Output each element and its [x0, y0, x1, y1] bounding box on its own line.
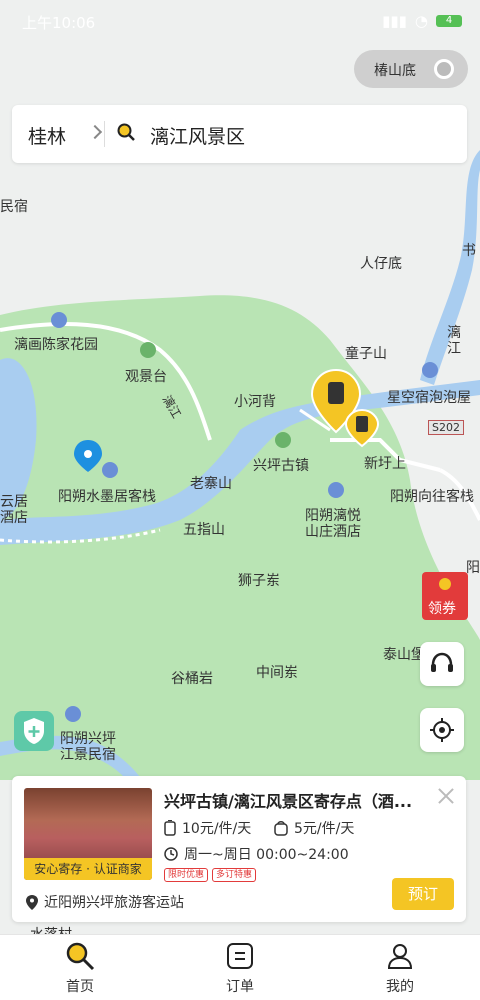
- map-label: S202: [428, 420, 464, 435]
- user-icon: [387, 944, 413, 969]
- safety-shield-button[interactable]: [14, 711, 54, 751]
- map-label: 江景民宿: [60, 747, 116, 763]
- current-location-chip[interactable]: 椿山底: [354, 50, 468, 88]
- map-label: 小河背: [234, 394, 276, 410]
- map-label: 酒店: [0, 510, 28, 526]
- storage-point-card[interactable]: 安心寄存 · 认证商家 兴坪古镇/漓江风景区寄存点（酒... 10元/件/天 5…: [12, 776, 466, 922]
- coupon-label: 领券: [428, 601, 456, 617]
- coupon-button[interactable]: 领券: [420, 568, 470, 622]
- bottom-tab-bar: 首页 订单 我的: [0, 934, 480, 1000]
- map-label: 新圩上: [364, 456, 406, 472]
- price-large-text: 10元/件/天: [182, 821, 252, 837]
- clock-icon: [164, 847, 178, 861]
- signal-icon: ▮▮▮: [382, 12, 407, 30]
- map-label: 星空宿泡泡屋: [387, 390, 471, 406]
- status-time: 上午10:06: [22, 14, 96, 32]
- book-button[interactable]: 预订: [392, 878, 454, 910]
- address-text: 近阳朔兴坪旅游客运站: [44, 895, 184, 911]
- close-icon[interactable]: [436, 786, 456, 806]
- status-bar: 上午10:06 ▮▮▮ ◔ 4: [0, 0, 480, 40]
- map-label: 人仔底: [360, 256, 402, 272]
- order-icon: [227, 943, 253, 969]
- locate-dot-icon: [434, 59, 454, 79]
- tab-orders-label: 订单: [226, 979, 254, 995]
- tab-home-label: 首页: [66, 979, 94, 995]
- shield-icon: [24, 718, 44, 744]
- price-large: 10元/件/天: [164, 818, 251, 838]
- map-label: 阳朔向往客栈: [390, 489, 474, 505]
- map-label: 江: [447, 341, 461, 357]
- backpack-icon: [274, 821, 288, 836]
- storage-photo: 安心寄存 · 认证商家: [24, 788, 152, 880]
- search-query[interactable]: 漓江风景区: [150, 122, 245, 149]
- divider: [104, 121, 105, 147]
- verified-badge: 安心寄存 · 认证商家: [24, 858, 152, 880]
- map-label: 中间岽: [256, 665, 298, 681]
- tab-home[interactable]: 首页: [40, 935, 120, 1000]
- luggage-icon: [164, 820, 176, 836]
- opening-hours-text: 周一~周日 00:00~24:00: [184, 847, 349, 863]
- map-label: 阳朔水墨居客栈: [58, 489, 156, 505]
- promo-tags: 限时优惠 多订特惠: [164, 868, 257, 882]
- current-location-label: 椿山底: [374, 63, 416, 79]
- tab-profile[interactable]: 我的: [360, 935, 440, 1000]
- price-small-text: 5元/件/天: [294, 821, 355, 837]
- crosshair-icon: [430, 718, 454, 742]
- location-pin-icon: [26, 894, 38, 910]
- city-selector[interactable]: 桂林: [28, 122, 66, 149]
- promo-tag: 限时优惠: [164, 868, 209, 882]
- map-label: 兴坪古镇: [253, 458, 309, 474]
- map-label: 谷桶岩: [171, 671, 213, 687]
- headset-icon: [431, 652, 453, 672]
- promo-tag: 多订特惠: [212, 868, 257, 882]
- address: 近阳朔兴坪旅游客运站: [26, 892, 184, 912]
- customer-service-button[interactable]: [420, 642, 464, 686]
- map-label: 老寨山: [190, 476, 232, 492]
- wifi-icon: ◔: [414, 12, 428, 30]
- search-bar[interactable]: 桂林 漓江风景区: [12, 105, 467, 163]
- map-label: 泰山堡: [383, 647, 425, 663]
- map-label: 狮子岽: [238, 573, 280, 589]
- status-icons: ▮▮▮ ◔ 4: [382, 12, 462, 30]
- map-label: 山庄酒店: [305, 524, 361, 540]
- opening-hours: 周一~周日 00:00~24:00: [164, 844, 349, 864]
- map-label: 民宿: [0, 199, 28, 215]
- tab-orders[interactable]: 订单: [200, 935, 280, 1000]
- search-icon: [117, 123, 135, 141]
- map-label: 童子山: [345, 346, 387, 362]
- storage-title: 兴坪古镇/漓江风景区寄存点（酒...: [164, 792, 413, 811]
- price-small: 5元/件/天: [274, 818, 354, 838]
- map-label: 漓画陈家花园: [14, 337, 98, 353]
- chevron-right-icon: [87, 124, 103, 140]
- battery-icon: 4: [436, 15, 462, 27]
- tab-profile-label: 我的: [386, 979, 414, 995]
- locate-me-button[interactable]: [420, 708, 464, 752]
- map-label: 五指山: [183, 522, 225, 538]
- map-label: 书: [462, 243, 476, 259]
- search-icon: [66, 942, 95, 971]
- map-label: 观景台: [125, 369, 167, 385]
